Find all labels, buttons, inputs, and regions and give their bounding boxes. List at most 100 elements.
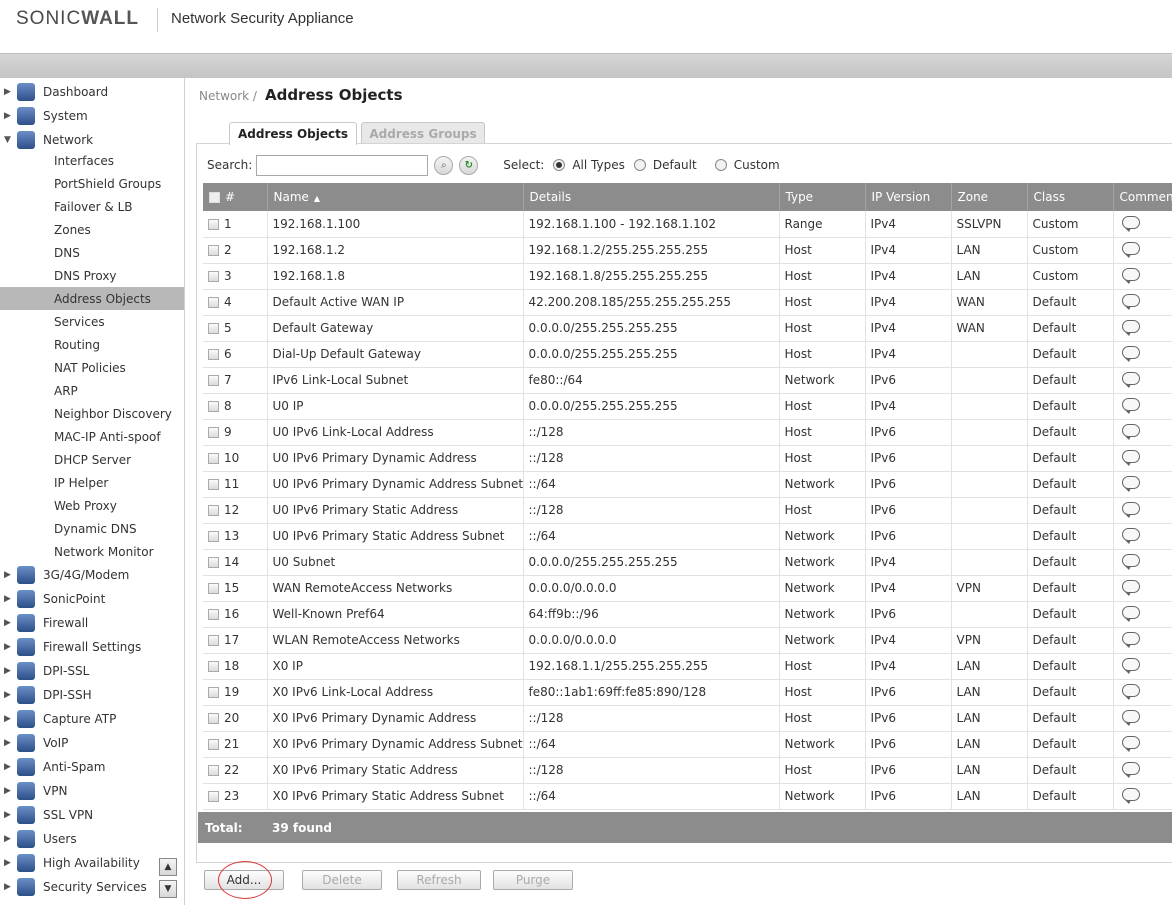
- row-checkbox[interactable]: [208, 218, 219, 230]
- comment-bubble-icon[interactable]: [1121, 684, 1140, 700]
- comment-bubble-icon[interactable]: [1121, 788, 1140, 804]
- row-checkbox[interactable]: [208, 323, 219, 334]
- table-row[interactable]: 7 IPv6 Link-Local Subnet fe80::/64 Network I…: [203, 367, 1172, 394]
- delete-button[interactable]: Delete: [302, 870, 382, 890]
- table-row[interactable]: 20 X0 IPv6 Primary Dynamic Address::/128 H…: [203, 705, 1172, 732]
- sidebar-item-dpi-ssh[interactable]: ▶ DPI-SSH: [0, 683, 184, 707]
- sidebar-subitem-address-objects[interactable]: Address Objects: [0, 287, 184, 310]
- row-checkbox[interactable]: [208, 349, 219, 360]
- table-row[interactable]: 6 Dial-Up Default Gateway 0.0.0.0/255.255.…: [203, 341, 1172, 368]
- radio-default[interactable]: [633, 159, 646, 171]
- expand-arrow-icon[interactable]: ▶: [4, 762, 12, 772]
- column-header-type[interactable]: Type: [779, 183, 866, 211]
- radio-custom[interactable]: [714, 159, 727, 171]
- tab-address-groups[interactable]: Address Groups: [361, 122, 485, 144]
- row-checkbox[interactable]: [208, 791, 219, 802]
- table-row[interactable]: 10 U0 IPv6 Primary Dynamic Address::/128 H…: [203, 445, 1172, 472]
- sidebar-subitem-ip-helper[interactable]: IP Helper: [0, 471, 184, 494]
- row-checkbox[interactable]: [208, 401, 219, 412]
- table-row[interactable]: 19 X0 IPv6 Link-Local Address fe80::1ab1:6…: [203, 679, 1172, 706]
- row-checkbox[interactable]: [208, 505, 219, 516]
- comment-bubble-icon[interactable]: [1121, 346, 1140, 362]
- comment-bubble-icon[interactable]: [1121, 268, 1140, 284]
- sidebar-item-vpn[interactable]: ▶ VPN: [0, 779, 184, 803]
- row-checkbox[interactable]: [208, 687, 219, 698]
- table-row[interactable]: 23 X0 IPv6 Primary Static Address Subnet:…: [203, 783, 1172, 810]
- expand-arrow-icon[interactable]: ▶: [4, 858, 12, 868]
- sidebar-item-3g-4g-modem[interactable]: ▶ 3G/4G/Modem: [0, 563, 184, 587]
- comment-bubble-icon[interactable]: [1121, 320, 1140, 336]
- table-row[interactable]: 13 U0 IPv6 Primary Static Address Subnet:…: [203, 523, 1172, 550]
- sidebar-item-ssl-vpn[interactable]: ▶ SSL VPN: [0, 803, 184, 827]
- comment-bubble-icon[interactable]: [1121, 502, 1140, 518]
- sidebar-item-dpi-ssl[interactable]: ▶ DPI-SSL: [0, 659, 184, 683]
- comment-bubble-icon[interactable]: [1121, 424, 1140, 440]
- expand-arrow-icon[interactable]: ▶: [4, 714, 12, 724]
- table-row[interactable]: 4 Default Active WAN IP 42.200.208.185/255…: [203, 289, 1172, 316]
- row-checkbox[interactable]: [208, 739, 219, 750]
- radio-all-types[interactable]: [553, 159, 566, 171]
- table-row[interactable]: 9 U0 IPv6 Link-Local Address::/128 Host IPv…: [203, 419, 1172, 446]
- table-row[interactable]: 11 U0 IPv6 Primary Dynamic Address Subnet…: [203, 471, 1172, 498]
- table-row[interactable]: 18 X0 IP 192.168.1.1/255.255.255.255 Host IP…: [203, 653, 1172, 680]
- comment-bubble-icon[interactable]: [1121, 294, 1140, 310]
- expand-arrow-icon[interactable]: ▶: [4, 87, 12, 97]
- sidebar-subitem-dns[interactable]: DNS: [0, 241, 184, 264]
- sidebar-item-system[interactable]: ▶ System: [0, 104, 184, 128]
- comment-bubble-icon[interactable]: [1121, 476, 1140, 492]
- sidebar-subitem-nat-policies[interactable]: NAT Policies: [0, 356, 184, 379]
- comment-bubble-icon[interactable]: [1121, 450, 1140, 466]
- sidebar-subitem-dns-proxy[interactable]: DNS Proxy: [0, 264, 184, 287]
- comment-bubble-icon[interactable]: [1121, 554, 1140, 570]
- expand-arrow-icon[interactable]: ▶: [4, 111, 12, 121]
- row-checkbox[interactable]: [208, 661, 219, 672]
- expand-arrow-icon[interactable]: ▶: [4, 618, 12, 628]
- table-row[interactable]: 16 Well-Known Pref64 64:ff9b::/96 Network IP…: [203, 601, 1172, 628]
- row-checkbox[interactable]: [208, 609, 219, 620]
- column-header-zone[interactable]: Zone: [951, 183, 1028, 211]
- sidebar-subitem-neighbor-discovery[interactable]: Neighbor Discovery: [0, 402, 184, 425]
- row-checkbox[interactable]: [208, 479, 219, 490]
- table-row[interactable]: 3 192.168.1.8 192.168.1.8/255.255.255.255 H…: [203, 263, 1172, 290]
- comment-bubble-icon[interactable]: [1121, 606, 1140, 622]
- row-checkbox[interactable]: [208, 245, 219, 256]
- tab-address-objects[interactable]: Address Objects: [229, 122, 357, 145]
- comment-bubble-icon[interactable]: [1121, 215, 1140, 232]
- table-row[interactable]: 17 WLAN RemoteAccess Networks 0.0.0.0/0.0.…: [203, 627, 1172, 654]
- row-checkbox[interactable]: [208, 297, 219, 308]
- comment-bubble-icon[interactable]: [1121, 632, 1140, 648]
- row-checkbox[interactable]: [208, 453, 219, 464]
- row-checkbox[interactable]: [208, 635, 219, 646]
- expand-arrow-icon[interactable]: ▶: [4, 810, 12, 820]
- comment-bubble-icon[interactable]: [1121, 580, 1140, 596]
- comment-bubble-icon[interactable]: [1121, 710, 1140, 726]
- sidebar-subitem-zones[interactable]: Zones: [0, 218, 184, 241]
- search-input[interactable]: [256, 154, 429, 176]
- row-checkbox[interactable]: [208, 583, 219, 594]
- sidebar-item-capture-atp[interactable]: ▶ Capture ATP: [0, 707, 184, 731]
- refresh-icon[interactable]: ↻: [459, 155, 479, 175]
- sidebar-subitem-portshield-groups[interactable]: PortShield Groups: [0, 172, 184, 195]
- table-row[interactable]: 5 Default Gateway 0.0.0.0/255.255.255.255 H…: [203, 315, 1172, 342]
- row-checkbox[interactable]: [208, 713, 219, 724]
- expand-arrow-icon[interactable]: ▶: [4, 666, 12, 676]
- expand-arrow-icon[interactable]: ▶: [4, 594, 12, 604]
- sidebar-subitem-network-monitor[interactable]: Network Monitor: [0, 540, 184, 563]
- row-checkbox[interactable]: [208, 375, 219, 386]
- scroll-up-icon[interactable]: ▲: [159, 858, 177, 876]
- sidebar-subitem-failover-lb[interactable]: Failover & LB: [0, 195, 184, 218]
- expand-arrow-icon[interactable]: ▶: [4, 642, 12, 652]
- scroll-down-icon[interactable]: ▼: [159, 880, 177, 898]
- column-header-name[interactable]: Name ▲: [267, 183, 524, 211]
- comment-bubble-icon[interactable]: [1121, 528, 1140, 544]
- table-row[interactable]: 15 WAN RemoteAccess Networks 0.0.0.0/0.0.0…: [203, 575, 1172, 602]
- row-checkbox[interactable]: [208, 271, 219, 282]
- row-checkbox[interactable]: [208, 765, 219, 776]
- row-checkbox[interactable]: [208, 427, 219, 438]
- expand-arrow-icon[interactable]: ▶: [4, 834, 12, 844]
- sidebar-subitem-web-proxy[interactable]: Web Proxy: [0, 494, 184, 517]
- comment-bubble-icon[interactable]: [1121, 372, 1140, 388]
- sidebar-item-sonicpoint[interactable]: ▶ SonicPoint: [0, 587, 184, 611]
- comment-bubble-icon[interactable]: [1121, 736, 1140, 752]
- sidebar-item-security-services[interactable]: ▶ Security Services: [0, 875, 184, 899]
